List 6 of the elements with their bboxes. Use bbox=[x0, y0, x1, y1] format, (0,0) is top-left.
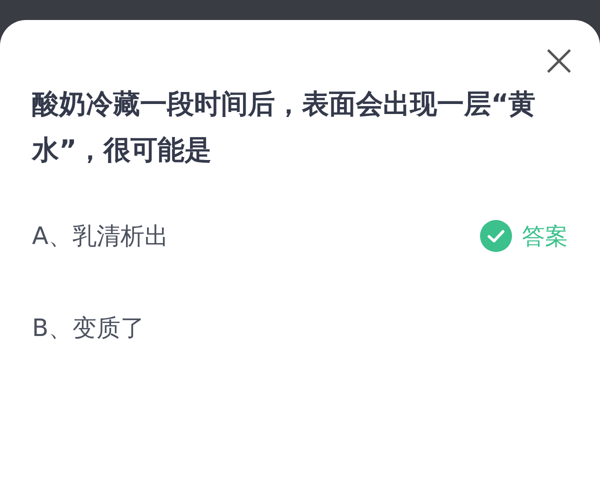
close-icon[interactable] bbox=[546, 48, 572, 74]
question-text: 酸奶冷藏一段时间后，表面会出现一层“黄水”，很可能是 bbox=[32, 88, 537, 168]
check-icon bbox=[480, 220, 512, 252]
answer-label: 答案 bbox=[522, 222, 568, 252]
answer-option[interactable]: A、乳清析出 bbox=[32, 220, 168, 252]
answer-option[interactable]: B、变质了 bbox=[32, 312, 144, 344]
